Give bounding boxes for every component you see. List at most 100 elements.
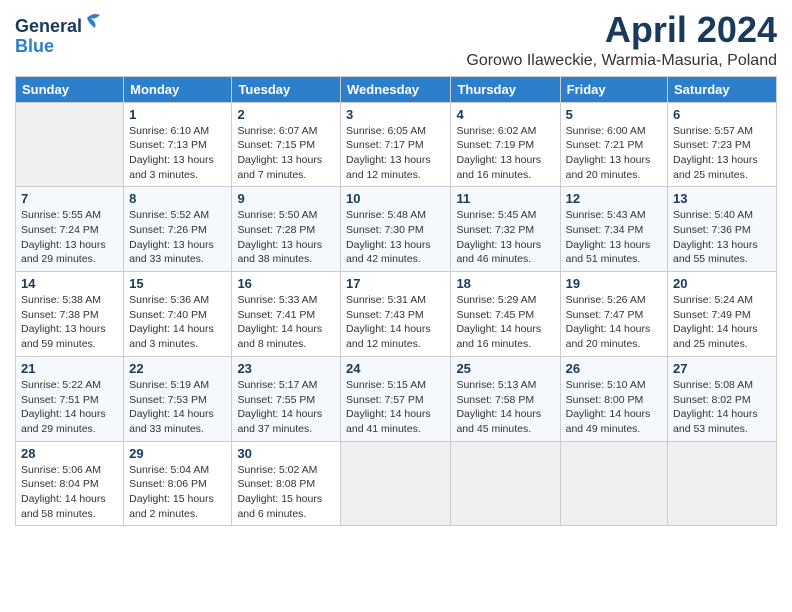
header-right: April 2024 Gorowo Ilaweckie, Warmia-Masu… bbox=[466, 10, 777, 70]
calendar-cell: 7Sunrise: 5:55 AMSunset: 7:24 PMDaylight… bbox=[16, 187, 124, 272]
day-number: 15 bbox=[129, 276, 226, 291]
calendar-cell: 2 Sunrise: 6:07 AMSunset: 7:15 PMDaylight… bbox=[232, 102, 341, 187]
calendar-header-row: SundayMondayTuesdayWednesdayThursdayFrid… bbox=[16, 76, 777, 102]
day-info: Sunrise: 5:38 AMSunset: 7:38 PMDaylight:… bbox=[21, 293, 118, 352]
day-number: 10 bbox=[346, 191, 445, 206]
calendar-cell: 5 Sunrise: 6:00 AMSunset: 7:21 PMDaylight… bbox=[560, 102, 667, 187]
day-info: Sunrise: 5:48 AMSunset: 7:30 PMDaylight:… bbox=[346, 208, 445, 267]
calendar-week-row: 14 Sunrise: 5:38 AMSunset: 7:38 PMDayligh… bbox=[16, 272, 777, 357]
calendar-cell: 16Sunrise: 5:33 AMSunset: 7:41 PMDayligh… bbox=[232, 272, 341, 357]
day-info: Sunrise: 6:10 AMSunset: 7:13 PMDaylight:… bbox=[129, 124, 226, 183]
calendar-week-row: 1 Sunrise: 6:10 AMSunset: 7:13 PMDaylight… bbox=[16, 102, 777, 187]
day-info: Sunrise: 5:02 AMSunset: 8:08 PMDaylight:… bbox=[237, 463, 335, 522]
weekday-header: Thursday bbox=[451, 76, 560, 102]
calendar-cell bbox=[668, 441, 777, 526]
day-number: 6 bbox=[673, 107, 771, 122]
day-info: Sunrise: 5:17 AMSunset: 7:55 PMDaylight:… bbox=[237, 378, 335, 437]
day-number: 18 bbox=[456, 276, 554, 291]
day-number: 7 bbox=[21, 191, 118, 206]
calendar-cell: 29Sunrise: 5:04 AMSunset: 8:06 PMDayligh… bbox=[124, 441, 232, 526]
calendar-cell: 22 Sunrise: 5:19 AMSunset: 7:53 PMDayligh… bbox=[124, 356, 232, 441]
day-info: Sunrise: 5:29 AMSunset: 7:45 PMDaylight:… bbox=[456, 293, 554, 352]
day-number: 8 bbox=[129, 191, 226, 206]
calendar-cell: 26Sunrise: 5:10 AMSunset: 8:00 PMDayligh… bbox=[560, 356, 667, 441]
calendar-cell bbox=[341, 441, 451, 526]
month-title: April 2024 bbox=[466, 10, 777, 50]
day-info: Sunrise: 5:26 AMSunset: 7:47 PMDaylight:… bbox=[566, 293, 662, 352]
day-number: 19 bbox=[566, 276, 662, 291]
weekday-header: Friday bbox=[560, 76, 667, 102]
logo-icon: General Blue bbox=[15, 10, 105, 60]
day-info: Sunrise: 5:43 AMSunset: 7:34 PMDaylight:… bbox=[566, 208, 662, 267]
day-info: Sunrise: 6:00 AMSunset: 7:21 PMDaylight:… bbox=[566, 124, 662, 183]
day-number: 22 bbox=[129, 361, 226, 376]
day-info: Sunrise: 5:50 AMSunset: 7:28 PMDaylight:… bbox=[237, 208, 335, 267]
calendar-cell: 1 Sunrise: 6:10 AMSunset: 7:13 PMDaylight… bbox=[124, 102, 232, 187]
calendar-cell: 13 Sunrise: 5:40 AMSunset: 7:36 PMDayligh… bbox=[668, 187, 777, 272]
weekday-header: Saturday bbox=[668, 76, 777, 102]
calendar-cell: 30 Sunrise: 5:02 AMSunset: 8:08 PMDayligh… bbox=[232, 441, 341, 526]
calendar-cell bbox=[16, 102, 124, 187]
calendar-cell: 4Sunrise: 6:02 AMSunset: 7:19 PMDaylight… bbox=[451, 102, 560, 187]
weekday-header: Sunday bbox=[16, 76, 124, 102]
calendar-cell: 17Sunrise: 5:31 AMSunset: 7:43 PMDayligh… bbox=[341, 272, 451, 357]
day-number: 30 bbox=[237, 446, 335, 461]
weekday-header: Wednesday bbox=[341, 76, 451, 102]
day-info: Sunrise: 5:19 AMSunset: 7:53 PMDaylight:… bbox=[129, 378, 226, 437]
calendar-cell: 10 Sunrise: 5:48 AMSunset: 7:30 PMDayligh… bbox=[341, 187, 451, 272]
day-info: Sunrise: 6:05 AMSunset: 7:17 PMDaylight:… bbox=[346, 124, 445, 183]
calendar-cell bbox=[451, 441, 560, 526]
day-number: 14 bbox=[21, 276, 118, 291]
day-info: Sunrise: 5:57 AMSunset: 7:23 PMDaylight:… bbox=[673, 124, 771, 183]
calendar-cell: 19 Sunrise: 5:26 AMSunset: 7:47 PMDayligh… bbox=[560, 272, 667, 357]
weekday-header: Tuesday bbox=[232, 76, 341, 102]
day-number: 13 bbox=[673, 191, 771, 206]
day-number: 5 bbox=[566, 107, 662, 122]
day-number: 27 bbox=[673, 361, 771, 376]
day-info: Sunrise: 6:07 AMSunset: 7:15 PMDaylight:… bbox=[237, 124, 335, 183]
calendar-cell: 6 Sunrise: 5:57 AMSunset: 7:23 PMDaylight… bbox=[668, 102, 777, 187]
page-header: General Blue April 2024 Gorowo Ilaweckie… bbox=[15, 10, 777, 70]
calendar-week-row: 28Sunrise: 5:06 AMSunset: 8:04 PMDayligh… bbox=[16, 441, 777, 526]
calendar-cell: 18 Sunrise: 5:29 AMSunset: 7:45 PMDayligh… bbox=[451, 272, 560, 357]
day-number: 28 bbox=[21, 446, 118, 461]
day-number: 11 bbox=[456, 191, 554, 206]
calendar-cell: 20Sunrise: 5:24 AMSunset: 7:49 PMDayligh… bbox=[668, 272, 777, 357]
calendar-table: SundayMondayTuesdayWednesdayThursdayFrid… bbox=[15, 76, 777, 527]
day-info: Sunrise: 5:04 AMSunset: 8:06 PMDaylight:… bbox=[129, 463, 226, 522]
day-number: 4 bbox=[456, 107, 554, 122]
day-number: 23 bbox=[237, 361, 335, 376]
day-number: 9 bbox=[237, 191, 335, 206]
calendar-cell: 21 Sunrise: 5:22 AMSunset: 7:51 PMDayligh… bbox=[16, 356, 124, 441]
calendar-week-row: 21 Sunrise: 5:22 AMSunset: 7:51 PMDayligh… bbox=[16, 356, 777, 441]
calendar-cell: 27 Sunrise: 5:08 AMSunset: 8:02 PMDayligh… bbox=[668, 356, 777, 441]
day-number: 25 bbox=[456, 361, 554, 376]
day-number: 21 bbox=[21, 361, 118, 376]
day-info: Sunrise: 5:13 AMSunset: 7:58 PMDaylight:… bbox=[456, 378, 554, 437]
calendar-cell: 15 Sunrise: 5:36 AMSunset: 7:40 PMDayligh… bbox=[124, 272, 232, 357]
day-info: Sunrise: 5:08 AMSunset: 8:02 PMDaylight:… bbox=[673, 378, 771, 437]
day-info: Sunrise: 5:24 AMSunset: 7:49 PMDaylight:… bbox=[673, 293, 771, 352]
day-info: Sunrise: 5:36 AMSunset: 7:40 PMDaylight:… bbox=[129, 293, 226, 352]
calendar-cell bbox=[560, 441, 667, 526]
calendar-cell: 25 Sunrise: 5:13 AMSunset: 7:58 PMDayligh… bbox=[451, 356, 560, 441]
svg-text:Blue: Blue bbox=[15, 36, 54, 56]
location: Gorowo Ilaweckie, Warmia-Masuria, Poland bbox=[466, 52, 777, 70]
weekday-header: Monday bbox=[124, 76, 232, 102]
day-number: 17 bbox=[346, 276, 445, 291]
day-info: Sunrise: 5:45 AMSunset: 7:32 PMDaylight:… bbox=[456, 208, 554, 267]
day-number: 2 bbox=[237, 107, 335, 122]
calendar-cell: 9 Sunrise: 5:50 AMSunset: 7:28 PMDaylight… bbox=[232, 187, 341, 272]
day-number: 3 bbox=[346, 107, 445, 122]
calendar-cell: 23 Sunrise: 5:17 AMSunset: 7:55 PMDayligh… bbox=[232, 356, 341, 441]
day-info: Sunrise: 5:40 AMSunset: 7:36 PMDaylight:… bbox=[673, 208, 771, 267]
calendar-cell: 8 Sunrise: 5:52 AMSunset: 7:26 PMDaylight… bbox=[124, 187, 232, 272]
calendar-cell: 14 Sunrise: 5:38 AMSunset: 7:38 PMDayligh… bbox=[16, 272, 124, 357]
calendar-cell: 28Sunrise: 5:06 AMSunset: 8:04 PMDayligh… bbox=[16, 441, 124, 526]
day-info: Sunrise: 5:22 AMSunset: 7:51 PMDaylight:… bbox=[21, 378, 118, 437]
calendar-week-row: 7Sunrise: 5:55 AMSunset: 7:24 PMDaylight… bbox=[16, 187, 777, 272]
svg-text:General: General bbox=[15, 16, 82, 36]
day-info: Sunrise: 5:52 AMSunset: 7:26 PMDaylight:… bbox=[129, 208, 226, 267]
day-number: 1 bbox=[129, 107, 226, 122]
calendar-cell: 11 Sunrise: 5:45 AMSunset: 7:32 PMDayligh… bbox=[451, 187, 560, 272]
